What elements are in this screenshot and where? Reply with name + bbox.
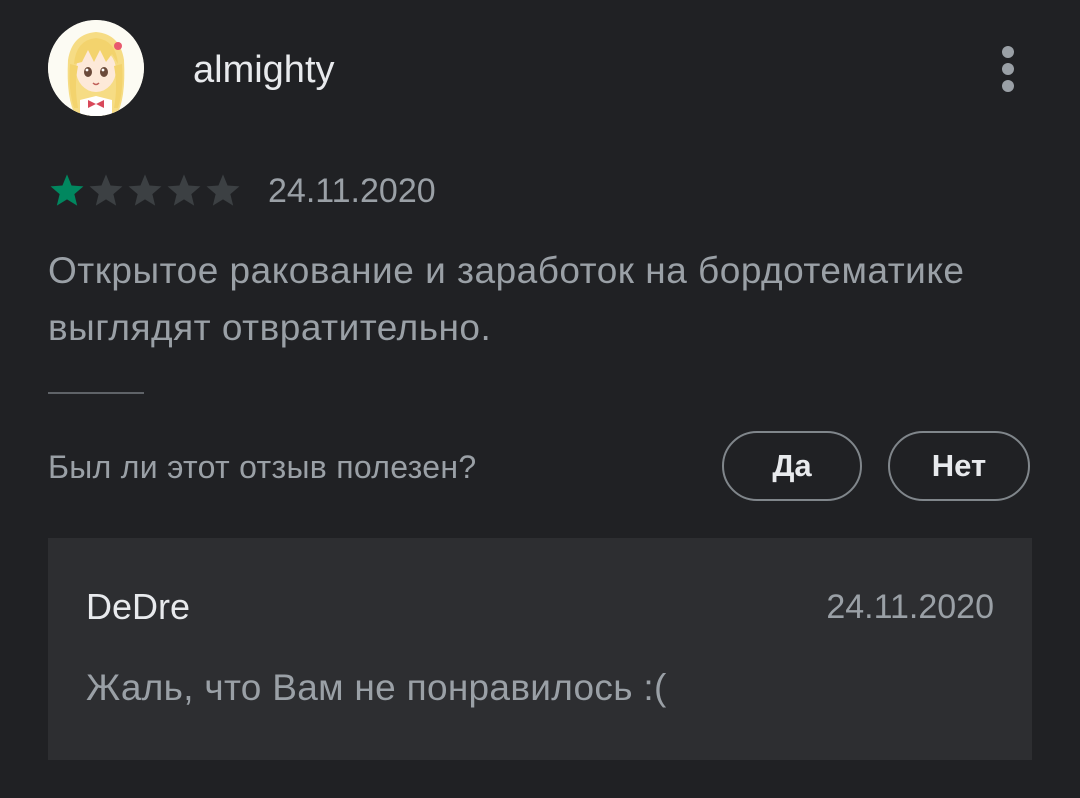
developer-reply: DeDre 24.11.2020 Жаль, что Вам не понрав… — [48, 538, 1032, 760]
reply-author-name: DeDre — [86, 586, 191, 627]
anime-girl-avatar-image — [48, 20, 144, 116]
more-vert-icon[interactable] — [988, 44, 1028, 94]
helpful-question: Был ли этот отзыв полезен? — [48, 449, 477, 485]
star-rating — [48, 172, 243, 208]
review-date: 24.11.2020 — [268, 172, 436, 210]
star-empty-icon — [206, 174, 240, 206]
divider — [48, 392, 144, 394]
review-text: Открытое раковaние и заработок на бордот… — [48, 250, 965, 348]
reply-text: Жаль, что Вам не понравилось :( — [86, 667, 667, 708]
reply-date: 24.11.2020 — [826, 588, 994, 626]
review-author-name: almighty — [193, 49, 335, 91]
star-filled-icon — [50, 174, 84, 206]
review-card: almighty 24.11.2020 Открытое раковaние и… — [0, 0, 1080, 798]
user-avatar[interactable] — [48, 20, 144, 116]
star-empty-icon — [167, 174, 201, 206]
helpful-no-button[interactable]: Нет — [888, 431, 1030, 501]
star-empty-icon — [128, 174, 162, 206]
helpful-yes-button[interactable]: Да — [722, 431, 862, 501]
star-empty-icon — [89, 174, 123, 206]
